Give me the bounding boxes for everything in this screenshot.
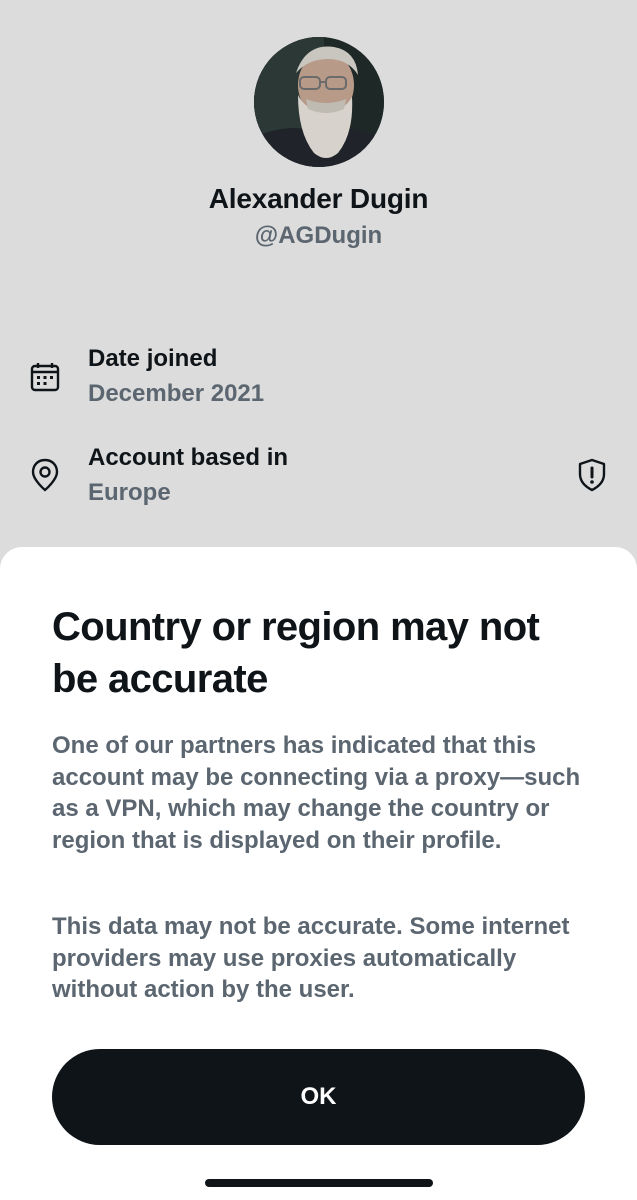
location-pin-icon bbox=[31, 458, 59, 497]
sheet-paragraph-accuracy: This data may not be accurate. Some inte… bbox=[52, 913, 570, 1003]
date-joined-value: December 2021 bbox=[88, 380, 265, 407]
profile-name: Alexander Dugin bbox=[208, 183, 429, 214]
profile-handle: @AGDugin bbox=[254, 222, 383, 249]
date-joined-label: Date joined bbox=[88, 345, 218, 372]
avatar[interactable] bbox=[254, 37, 384, 167]
account-based-value: Europe bbox=[88, 479, 171, 506]
sheet-paragraph-proxy: One of our partners has indicated that t… bbox=[52, 732, 581, 854]
ok-button[interactable]: OK bbox=[52, 1049, 585, 1145]
account-based-label: Account based in bbox=[88, 444, 289, 471]
sheet-title: Country or region may not be accurate bbox=[52, 605, 540, 701]
home-indicator[interactable] bbox=[205, 1179, 433, 1187]
calendar-icon bbox=[30, 362, 60, 397]
shield-alert-icon[interactable] bbox=[577, 458, 607, 497]
